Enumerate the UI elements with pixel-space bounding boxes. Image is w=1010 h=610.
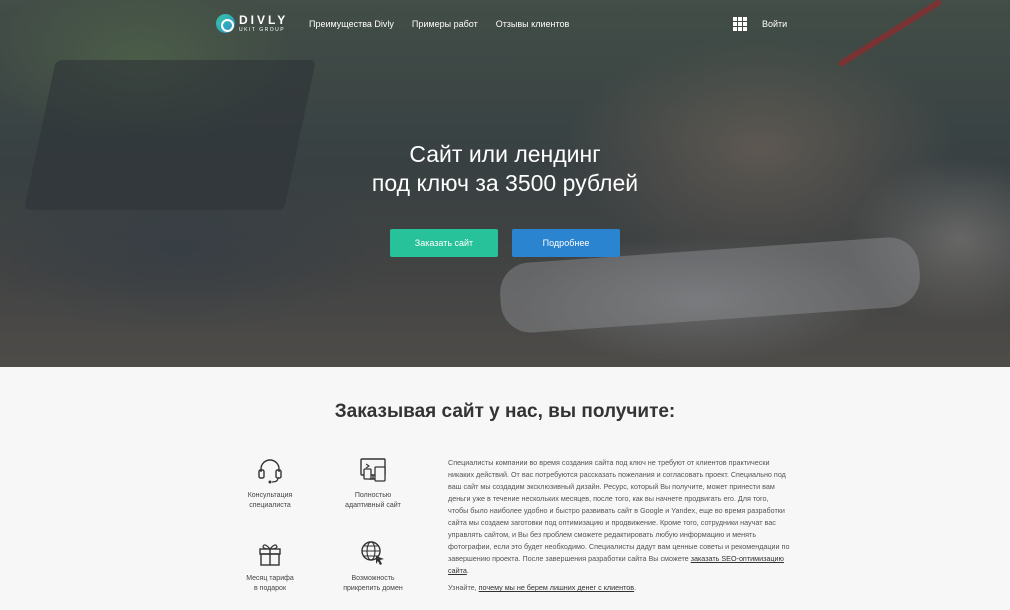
feature-gift-line1: Месяц тарифа [246,575,294,582]
hero-title-line1: Сайт или лендинг [409,141,601,167]
hero-title-line2: под ключ за 3500 рублей [371,170,639,196]
order-site-button[interactable]: Заказать сайт [390,229,498,257]
logo-subtitle: UKIT GROUP [239,27,286,33]
hero-title: Сайт или лендинг под ключ за 3500 рублей [0,140,1010,198]
feature-responsive-line1: Полностью [354,492,392,499]
feature-gift: Месяц тарифа в подарок [220,538,320,594]
feature-consultation-line1: Консультация [247,492,293,499]
feature-domain: Возможность прикрепить домен [323,538,423,594]
learn-more-text: Узнайте, почему мы не берем лишних денег… [448,583,637,592]
feature-domain-line2: прикрепить домен [343,585,403,592]
nav-link-portfolio[interactable]: Примеры работ [412,19,478,29]
logo-name: DIVLY [239,13,289,27]
description-body: Специалисты компании во время создания с… [448,458,790,563]
nav-links: Преимущества Divly Примеры работ Отзывы … [309,19,569,29]
globe-cursor-icon [361,541,384,565]
more-info-button[interactable]: Подробнее [512,229,620,257]
learn-prefix: Узнайте, [448,583,477,592]
logo[interactable]: DIVLY UKIT GROUP [216,14,288,33]
headset-icon [258,459,282,484]
feature-gift-line2: в подарок [253,585,287,592]
nav-link-advantages[interactable]: Преимущества Divly [309,19,394,29]
apps-grid-icon[interactable] [733,17,747,31]
feature-responsive: Полностью адаптивный сайт [323,455,423,511]
responsive-devices-icon [360,458,386,482]
feature-domain-line1: Возможность [351,575,395,582]
feature-consultation: Консультация специалиста [220,455,320,511]
hero-banner: DIVLY UKIT GROUP Преимущества Divly Прим… [0,0,1010,367]
login-link[interactable]: Войти [762,19,787,29]
no-extra-money-link[interactable]: почему мы не берем лишних денег с клиент… [479,583,634,592]
feature-responsive-line2: адаптивный сайт [345,502,401,509]
section-title: Заказывая сайт у нас, вы получите: [334,401,676,422]
feature-consultation-line2: специалиста [249,502,291,509]
nav-link-reviews[interactable]: Отзывы клиентов [496,19,570,29]
description-text: Специалисты компании во время создания с… [448,458,790,575]
top-nav: DIVLY UKIT GROUP Преимущества Divly Прим… [0,0,1010,48]
logo-icon [216,14,235,33]
gift-icon [259,544,281,566]
